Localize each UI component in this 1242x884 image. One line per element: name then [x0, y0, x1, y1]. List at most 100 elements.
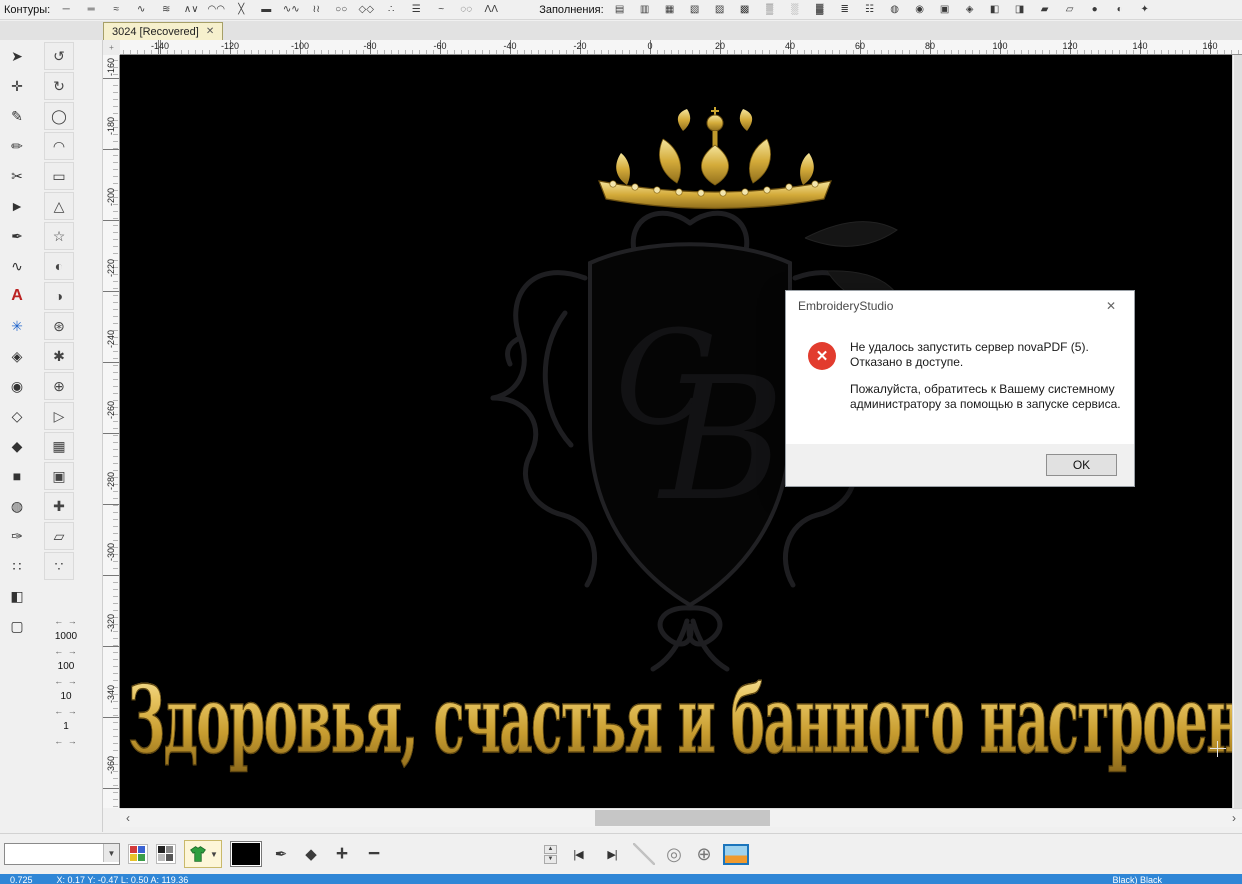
horizontal-scrollbar[interactable]: ‹ › — [120, 808, 1242, 827]
tab-close-icon[interactable]: ✕ — [206, 26, 214, 37]
radial-fill-icon[interactable]: ◉ — [908, 1, 932, 19]
peak-stitch-icon[interactable]: ΛΛ — [479, 1, 503, 19]
star-fill-icon[interactable]: ✦ — [1133, 1, 1157, 19]
square-fill-icon[interactable]: ▣ — [933, 1, 957, 19]
grid-circle-icon[interactable]: ⊕ — [693, 842, 715, 866]
arc-stitch-icon[interactable]: ◠◠ — [204, 1, 228, 19]
polygon-tool[interactable]: ◆ — [2, 432, 32, 460]
document-tab[interactable]: 3024 [Recovered] ✕ — [103, 22, 223, 40]
gray-circle-tool[interactable]: ◍ — [2, 492, 32, 520]
rounded-rect-tool[interactable]: ▢ — [2, 612, 32, 640]
design-window-icon[interactable] — [723, 844, 749, 865]
thread-chart-icon[interactable] — [156, 844, 176, 864]
zoom-in-button[interactable]: + — [330, 842, 354, 866]
sparse-fill-icon[interactable]: ░ — [783, 1, 807, 19]
ruler-origin-button[interactable]: + — [103, 40, 121, 56]
dots-tool[interactable]: ∷ — [2, 552, 32, 580]
pearl-stitch-icon[interactable]: ○○ — [329, 1, 353, 19]
spacing-preset-1000[interactable]: 1000 — [44, 628, 88, 645]
jump-to-end-icon[interactable]: ▶| — [599, 848, 625, 861]
spinner-up-icon[interactable]: ▲ — [544, 845, 557, 854]
product-visualizer-button[interactable]: ▼ — [184, 840, 222, 868]
contour-fill-icon[interactable]: ≣ — [833, 1, 857, 19]
reshape-tool[interactable]: ✛ — [2, 72, 32, 100]
spacing-arrow-icon[interactable]: ← → — [44, 675, 88, 688]
mirror-h-tool[interactable]: ◐ — [44, 252, 74, 280]
rectangle-tool[interactable]: ▭ — [44, 162, 74, 190]
team-names-tool[interactable]: ✳ — [2, 312, 32, 340]
thread-select-input[interactable] — [5, 844, 109, 862]
rotate-ccw-tool[interactable]: ↺ — [44, 42, 74, 70]
spacing-arrow-icon[interactable]: ← → — [44, 705, 88, 718]
parallel-stitch-icon[interactable]: ☰ — [404, 1, 428, 19]
braid-stitch-icon[interactable]: ≀≀ — [304, 1, 328, 19]
wreath-tool[interactable]: ⊛ — [44, 312, 74, 340]
filled-shape-tool[interactable]: ■ — [2, 462, 32, 490]
stipple-tool[interactable]: ∵ — [44, 552, 74, 580]
pen-tool[interactable]: ✒ — [2, 222, 32, 250]
bead-stitch-icon[interactable]: ◌◌ — [454, 1, 478, 19]
transform-tool[interactable]: ▦ — [44, 432, 74, 460]
motif-fill-icon[interactable]: ▨ — [708, 1, 732, 19]
closed-curve-tool[interactable]: ✏ — [2, 132, 32, 160]
spacing-preset-1[interactable]: 1 — [44, 718, 88, 735]
zoom-out-button[interactable]: − — [362, 842, 386, 866]
dense-fill-icon[interactable]: ▓ — [808, 1, 832, 19]
program-split-icon[interactable]: ▩ — [733, 1, 757, 19]
pointer-tool[interactable]: ➤ — [2, 42, 32, 70]
spacing-arrow-icon[interactable]: ← → — [44, 645, 88, 658]
ripple-fill-icon[interactable]: ☷ — [858, 1, 882, 19]
kaleidoscope-tool[interactable]: ✱ — [44, 342, 74, 370]
half-fill-left-icon[interactable]: ◧ — [983, 1, 1007, 19]
needle-point-tool[interactable]: ✚ — [44, 492, 74, 520]
stem-stitch-icon[interactable]: ∿ — [129, 1, 153, 19]
chevron-down-icon[interactable]: ▼ — [103, 844, 119, 862]
spacing-arrow-icon[interactable]: ← → — [44, 735, 88, 748]
current-color-swatch[interactable] — [230, 841, 262, 867]
dialog-title-bar[interactable]: EmbroideryStudio ✕ — [786, 291, 1134, 320]
satin-line-icon[interactable]: ▬ — [254, 1, 278, 19]
vertical-scrollbar-thumb[interactable] — [1234, 55, 1242, 808]
spacing-arrow-icon[interactable]: ← → — [44, 615, 88, 628]
spacing-preset-10[interactable]: 10 — [44, 688, 88, 705]
mirror-v-tool[interactable]: ◑ — [44, 282, 74, 310]
run-stitch-icon[interactable]: ─ — [54, 1, 78, 19]
block-fill-icon[interactable]: ▰ — [1033, 1, 1057, 19]
half-fill-right-icon[interactable]: ◨ — [1008, 1, 1032, 19]
diamond-fill-icon[interactable]: ◈ — [958, 1, 982, 19]
arc-tool[interactable]: ◠ — [44, 132, 74, 160]
knife-tool[interactable]: ✂ — [2, 162, 32, 190]
step-fill-icon[interactable]: ▦ — [658, 1, 682, 19]
lettering-tool[interactable]: A — [2, 282, 32, 310]
cross-stitch-icon[interactable]: ╳ — [229, 1, 253, 19]
spacing-preset-100[interactable]: 100 — [44, 658, 88, 675]
wave-stitch-icon[interactable]: ∿∿ — [279, 1, 303, 19]
backstitch-icon[interactable]: ≈ — [104, 1, 128, 19]
jump-to-start-icon[interactable]: |◀ — [565, 848, 591, 861]
satin-fill-icon[interactable]: ▥ — [633, 1, 657, 19]
triangle-tool[interactable]: △ — [44, 192, 74, 220]
dot-stitch-icon[interactable]: ∴ — [379, 1, 403, 19]
layout-tool[interactable]: ▣ — [44, 462, 74, 490]
spiral-fill-icon[interactable]: ◍ — [883, 1, 907, 19]
spinner-down-icon[interactable]: ▼ — [544, 855, 557, 864]
zigzag-stitch-icon[interactable]: ∧∨ — [179, 1, 203, 19]
vertical-scrollbar[interactable] — [1232, 55, 1242, 808]
crown-design[interactable] — [565, 105, 865, 217]
scroll-right-arrow[interactable]: › — [1226, 809, 1242, 827]
melange-fill-icon[interactable]: ▒ — [758, 1, 782, 19]
rotate-cw-tool[interactable]: ↻ — [44, 72, 74, 100]
applique-tool[interactable]: ▱ — [44, 522, 74, 550]
play-tool[interactable]: ▷ — [44, 402, 74, 430]
thread-select-combobox[interactable]: ▼ — [4, 843, 120, 865]
eyelet-tool[interactable]: ◉ — [2, 372, 32, 400]
checker-tool[interactable]: ◧ — [2, 582, 32, 610]
diamond-stitch-icon[interactable]: ◇◇ — [354, 1, 378, 19]
embroidered-text-object[interactable]: Здоровья, счастья и банного настроения! — [128, 665, 1232, 774]
monogram-tool[interactable]: ◈ — [2, 342, 32, 370]
tatami-fill-icon[interactable]: ▤ — [608, 1, 632, 19]
gradient-fill-icon[interactable]: ◐ — [1108, 1, 1132, 19]
hexagon-tool[interactable]: ◇ — [2, 402, 32, 430]
horizontal-scrollbar-thumb[interactable] — [595, 810, 770, 826]
select-object-tool[interactable]: ► — [2, 192, 32, 220]
